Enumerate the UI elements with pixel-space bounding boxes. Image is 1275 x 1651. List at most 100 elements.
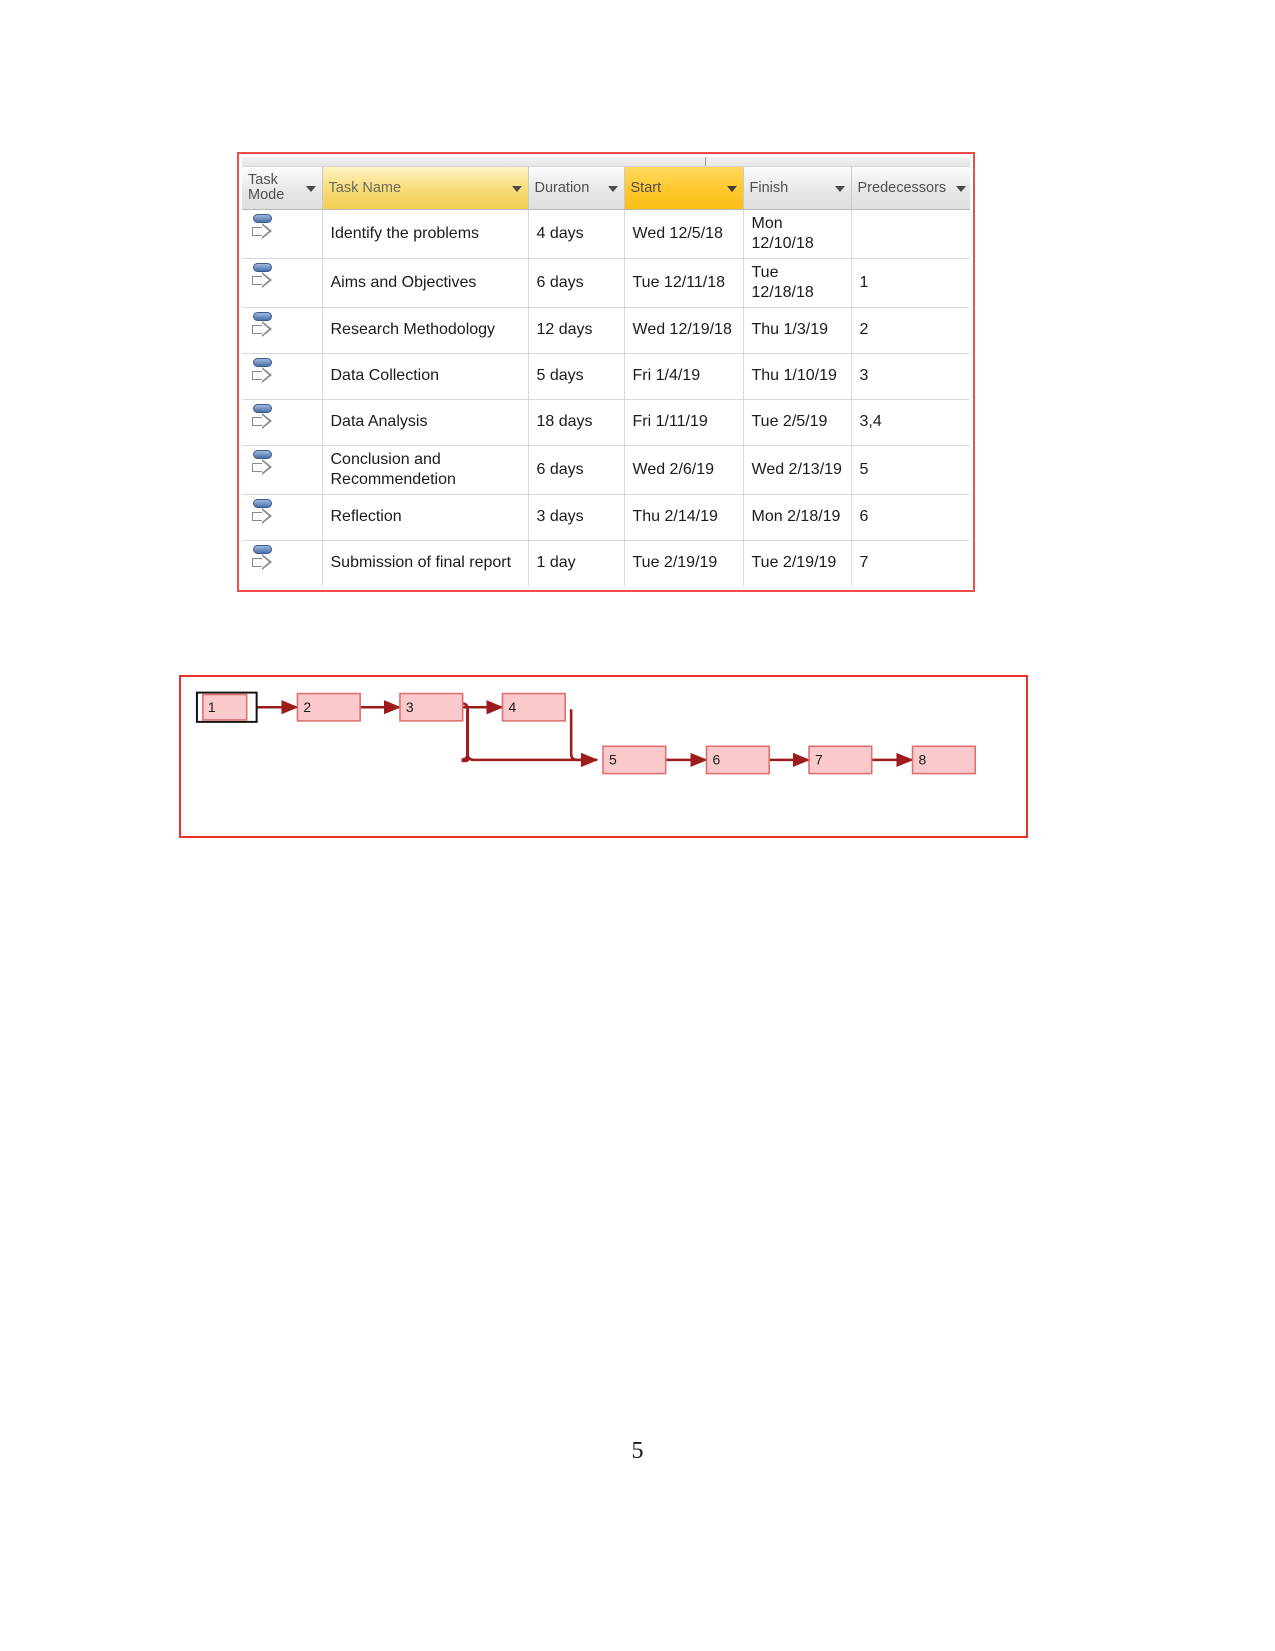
cell-finish[interactable]: Tue 2/19/19 (743, 540, 852, 586)
cell-duration[interactable]: 3 days (528, 494, 625, 541)
network-node-5[interactable]: 5 (602, 745, 667, 775)
auto-scheduled-icon[interactable] (251, 357, 277, 388)
cell-duration[interactable]: 1 day (528, 540, 625, 586)
network-node-label: 7 (815, 753, 823, 768)
network-node-8[interactable]: 8 (911, 745, 977, 775)
cell-predecessors[interactable]: 3,4 (851, 399, 970, 446)
chevron-down-icon[interactable] (834, 185, 845, 192)
cell-predecessors[interactable]: 5 (851, 445, 970, 495)
chevron-down-icon[interactable] (511, 185, 522, 192)
cell-task-mode[interactable] (242, 494, 323, 541)
cell-predecessors[interactable]: 7 (851, 540, 970, 586)
cell-duration[interactable]: 6 days (528, 258, 625, 308)
column-header-finish[interactable]: Finish (743, 167, 852, 210)
table-row[interactable]: Research Methodology 12 days Wed 12/19/1… (242, 307, 970, 354)
cell-finish[interactable]: Thu 1/10/19 (743, 353, 852, 400)
auto-scheduled-icon[interactable] (251, 213, 277, 244)
auto-scheduled-icon[interactable] (251, 262, 277, 293)
cell-task-name[interactable]: Identify the problems (322, 209, 529, 259)
cell-start[interactable]: Fri 1/11/19 (624, 399, 744, 446)
auto-scheduled-icon[interactable] (251, 449, 277, 480)
cell-predecessors[interactable] (851, 209, 970, 259)
cell-duration[interactable]: 4 days (528, 209, 625, 259)
network-node-2[interactable]: 2 (296, 692, 361, 722)
cell-start[interactable]: Tue 12/11/18 (624, 258, 744, 308)
cell-task-name[interactable]: Data Collection (322, 353, 529, 400)
cell-task-name[interactable]: Reflection (322, 494, 529, 541)
task-table-inner: Task Mode Task Name Duration Start Finis… (242, 157, 970, 587)
column-header-predecessors[interactable]: Predecessors (851, 167, 970, 210)
cell-duration[interactable]: 12 days (528, 307, 625, 354)
table-row[interactable]: Data Collection 5 days Fri 1/4/19 Thu 1/… (242, 353, 970, 400)
cell-task-mode[interactable] (242, 209, 323, 259)
auto-scheduled-icon[interactable] (251, 544, 277, 575)
cell-finish[interactable]: Wed 2/13/19 (743, 445, 852, 495)
chevron-down-icon[interactable] (956, 185, 966, 192)
cell-predecessors[interactable]: 2 (851, 307, 970, 354)
edge-4-to-5 (569, 709, 599, 768)
network-node-4[interactable]: 4 (501, 692, 566, 722)
cell-start[interactable]: Wed 12/19/18 (624, 307, 744, 354)
network-node-label: 1 (208, 700, 216, 715)
cell-task-mode[interactable] (242, 540, 323, 586)
cell-task-mode[interactable] (242, 353, 323, 400)
column-header-task-name[interactable]: Task Name (322, 167, 529, 210)
cell-finish[interactable]: Mon 12/10/18 (743, 209, 852, 259)
cell-start[interactable]: Tue 2/19/19 (624, 540, 744, 586)
cell-start[interactable]: Fri 1/4/19 (624, 353, 744, 400)
column-header-label: Finish (749, 179, 789, 196)
chevron-down-icon[interactable] (726, 185, 737, 192)
split-bar[interactable] (242, 157, 970, 167)
page-number: 5 (631, 1438, 644, 1464)
cell-predecessors[interactable]: 3 (851, 353, 970, 400)
cell-predecessors[interactable]: 6 (851, 494, 970, 541)
cell-task-name[interactable]: Conclusion and Recommendetion (322, 445, 529, 495)
table-row[interactable]: Submission of final report 1 day Tue 2/1… (242, 540, 970, 586)
cell-task-mode[interactable] (242, 258, 323, 308)
cell-finish[interactable]: Mon 2/18/19 (743, 494, 852, 541)
cell-task-mode[interactable] (242, 399, 323, 446)
cell-task-mode[interactable] (242, 307, 323, 354)
network-node-7[interactable]: 7 (808, 745, 873, 775)
cell-predecessors[interactable]: 1 (851, 258, 970, 308)
task-table-figure: Task Mode Task Name Duration Start Finis… (237, 152, 975, 592)
cell-task-mode[interactable] (242, 445, 323, 495)
cell-duration[interactable]: 5 days (528, 353, 625, 400)
cell-finish[interactable]: Thu 1/3/19 (743, 307, 852, 354)
network-node-label: 8 (919, 753, 927, 768)
cell-duration[interactable]: 6 days (528, 445, 625, 495)
column-header-duration[interactable]: Duration (528, 167, 625, 210)
column-header-task-mode[interactable]: Task Mode (242, 167, 323, 210)
cell-finish[interactable]: Tue 2/5/19 (743, 399, 852, 446)
table-row[interactable]: Identify the problems 4 days Wed 12/5/18… (242, 209, 970, 259)
column-header-label: Start (630, 179, 662, 196)
network-node-1[interactable]: 1 (195, 691, 258, 723)
network-node-label: 3 (406, 700, 414, 715)
cell-finish[interactable]: Tue 12/18/18 (743, 258, 852, 308)
auto-scheduled-icon[interactable] (251, 403, 277, 434)
column-header-label: Duration (534, 179, 590, 196)
column-header-label: Predecessors (857, 179, 947, 196)
auto-scheduled-icon[interactable] (251, 498, 277, 529)
table-row[interactable]: Data Analysis 18 days Fri 1/11/19 Tue 2/… (242, 399, 970, 446)
split-bar-tick (705, 157, 706, 166)
cell-task-name[interactable]: Aims and Objectives (322, 258, 529, 308)
table-row[interactable]: Reflection 3 days Thu 2/14/19 Mon 2/18/1… (242, 494, 970, 541)
cell-task-name[interactable]: Research Methodology (322, 307, 529, 354)
cell-task-name[interactable]: Submission of final report (322, 540, 529, 586)
network-node-3[interactable]: 3 (399, 692, 464, 722)
chevron-down-icon[interactable] (305, 185, 316, 192)
project-task-table: Task Mode Task Name Duration Start Finis… (242, 167, 970, 586)
table-body: Identify the problems 4 days Wed 12/5/18… (242, 209, 970, 586)
column-header-start[interactable]: Start (624, 167, 744, 210)
auto-scheduled-icon[interactable] (251, 311, 277, 342)
cell-start[interactable]: Wed 12/5/18 (624, 209, 744, 259)
network-node-6[interactable]: 6 (705, 745, 771, 775)
cell-start[interactable]: Wed 2/6/19 (624, 445, 744, 495)
cell-task-name[interactable]: Data Analysis (322, 399, 529, 446)
chevron-down-icon[interactable] (607, 185, 618, 192)
cell-start[interactable]: Thu 2/14/19 (624, 494, 744, 541)
table-row[interactable]: Conclusion and Recommendetion 6 days Wed… (242, 445, 970, 495)
cell-duration[interactable]: 18 days (528, 399, 625, 446)
table-row[interactable]: Aims and Objectives 6 days Tue 12/11/18 … (242, 258, 970, 308)
